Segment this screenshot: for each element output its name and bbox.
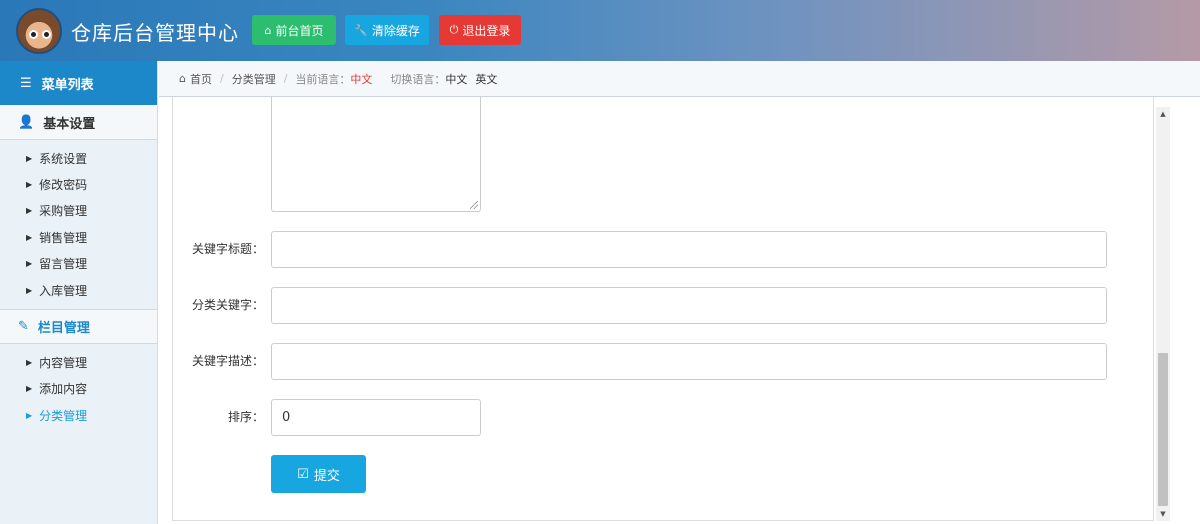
logout-label: 退出登录 bbox=[462, 23, 511, 38]
sidebar-item-label: 留言管理 bbox=[39, 257, 88, 272]
caret-right-icon: ▶ bbox=[26, 410, 33, 420]
frontend-home-button[interactable]: ⌂ 前台首页 bbox=[252, 15, 336, 45]
caret-right-icon: ▶ bbox=[26, 180, 33, 190]
list-icon: ☰ bbox=[20, 75, 32, 91]
language-option-zh[interactable]: 中文 bbox=[445, 71, 467, 87]
home-icon: ⌂ bbox=[179, 72, 186, 85]
keyword-title-input[interactable] bbox=[271, 231, 1107, 268]
sidebar-group-title: 基本设置 bbox=[43, 116, 96, 132]
keyword-description-input[interactable] bbox=[271, 343, 1107, 380]
menu-list-header: ☰ 菜单列表 bbox=[0, 61, 157, 105]
caret-right-icon: ▶ bbox=[26, 384, 33, 394]
sort-order-input[interactable]: 0 bbox=[271, 399, 481, 436]
caret-right-icon: ▶ bbox=[26, 232, 33, 242]
sort-order-label: 排序： bbox=[227, 410, 264, 424]
breadcrumb-separator: / bbox=[283, 72, 288, 85]
sidebar-group-basic-settings[interactable]: 👤 基本设置 bbox=[0, 105, 157, 140]
sidebar-item-categories[interactable]: ▶ 分类管理 bbox=[0, 402, 157, 428]
wrench-icon: 🔧 bbox=[354, 23, 368, 37]
sidebar-group-items: ▶ 系统设置 ▶ 修改密码 ▶ 采购管理 ▶ 销售管理 ▶ 留言管理 ▶ 入库管理 bbox=[0, 140, 157, 309]
sidebar-item-label: 添加内容 bbox=[39, 382, 88, 397]
edit-icon: ✎ bbox=[18, 319, 29, 335]
user-icon: 👤 bbox=[18, 114, 35, 130]
sidebar-group-items: ▶ 内容管理 ▶ 添加内容 ▶ 分类管理 bbox=[0, 344, 157, 434]
sidebar-item-content[interactable]: ▶ 内容管理 bbox=[0, 349, 157, 375]
avatar bbox=[16, 8, 62, 54]
sidebar-item-change-password[interactable]: ▶ 修改密码 bbox=[0, 171, 157, 197]
menu-list-title: 菜单列表 bbox=[41, 77, 94, 93]
caret-right-icon: ▶ bbox=[26, 285, 33, 295]
site-title: 仓库后台管理中心 bbox=[71, 21, 239, 45]
language-option-en[interactable]: 英文 bbox=[475, 71, 497, 87]
resize-grip-icon[interactable] bbox=[470, 201, 478, 209]
keyword-description-label: 关键字描述： bbox=[191, 354, 264, 368]
home-icon: ⌂ bbox=[264, 23, 272, 37]
sidebar-item-purchase[interactable]: ▶ 采购管理 bbox=[0, 198, 157, 224]
description-textarea[interactable] bbox=[271, 97, 481, 212]
sidebar-item-label: 系统设置 bbox=[39, 151, 88, 166]
current-language-value: 中文 bbox=[350, 72, 373, 86]
sidebar-item-label: 采购管理 bbox=[39, 204, 88, 219]
sidebar-item-add-content[interactable]: ▶ 添加内容 bbox=[0, 376, 157, 402]
scroll-thumb[interactable] bbox=[1158, 353, 1168, 506]
sidebar-item-label: 销售管理 bbox=[39, 230, 88, 245]
sidebar-item-stock-in[interactable]: ▶ 入库管理 bbox=[0, 277, 157, 303]
sidebar-item-system-settings[interactable]: ▶ 系统设置 bbox=[0, 145, 157, 171]
top-header: 仓库后台管理中心 ⌂ 前台首页 🔧 清除缓存 ⏻ 退出登录 bbox=[0, 0, 1200, 61]
breadcrumb-section[interactable]: 分类管理 bbox=[232, 71, 276, 87]
current-language-label: 当前语言： bbox=[295, 72, 351, 86]
sidebar: ☰ 菜单列表 👤 基本设置 ▶ 系统设置 ▶ 修改密码 ▶ 采购管理 ▶ 销售管理 ▶ 留… bbox=[0, 61, 158, 524]
caret-right-icon: ▶ bbox=[26, 206, 33, 216]
logout-button[interactable]: ⏻ 退出登录 bbox=[439, 15, 521, 45]
sidebar-item-messages[interactable]: ▶ 留言管理 bbox=[0, 251, 157, 277]
caret-right-icon: ▶ bbox=[26, 259, 33, 269]
sidebar-group-title: 栏目管理 bbox=[37, 321, 90, 337]
breadcrumb-home[interactable]: 首页 bbox=[190, 71, 212, 87]
caret-right-icon: ▶ bbox=[26, 153, 33, 163]
check-square-icon: ☑ bbox=[297, 466, 309, 482]
caret-right-icon: ▶ bbox=[26, 358, 33, 368]
keyword-title-label: 关键字标题： bbox=[191, 242, 264, 256]
clear-cache-button[interactable]: 🔧 清除缓存 bbox=[345, 15, 429, 45]
sidebar-group-column-management[interactable]: ✎ 栏目管理 bbox=[0, 309, 157, 345]
category-keywords-label: 分类关键字： bbox=[191, 298, 264, 312]
power-icon: ⏻ bbox=[449, 23, 459, 36]
submit-label: 提交 bbox=[313, 468, 340, 484]
vertical-scrollbar[interactable]: ▲ ▼ bbox=[1156, 107, 1170, 521]
sidebar-item-label: 分类管理 bbox=[39, 408, 88, 423]
breadcrumb: ⌂ 首页 / 分类管理 / 当前语言： 中文 切换语言： 中文 英文 bbox=[159, 61, 1200, 97]
scroll-up-arrow-icon[interactable]: ▲ bbox=[1156, 107, 1170, 121]
switch-language-label: 切换语言： bbox=[390, 72, 446, 86]
scroll-down-arrow-icon[interactable]: ▼ bbox=[1156, 507, 1170, 521]
sidebar-item-label: 修改密码 bbox=[39, 178, 88, 193]
submit-button[interactable]: ☑ 提交 bbox=[271, 455, 366, 493]
frontend-home-label: 前台首页 bbox=[275, 23, 324, 38]
clear-cache-label: 清除缓存 bbox=[371, 23, 420, 38]
sidebar-item-label: 内容管理 bbox=[39, 356, 88, 371]
sidebar-item-sales[interactable]: ▶ 销售管理 bbox=[0, 224, 157, 250]
sidebar-item-label: 入库管理 bbox=[39, 283, 88, 298]
category-keywords-input[interactable] bbox=[271, 287, 1107, 324]
breadcrumb-separator: / bbox=[219, 72, 224, 85]
